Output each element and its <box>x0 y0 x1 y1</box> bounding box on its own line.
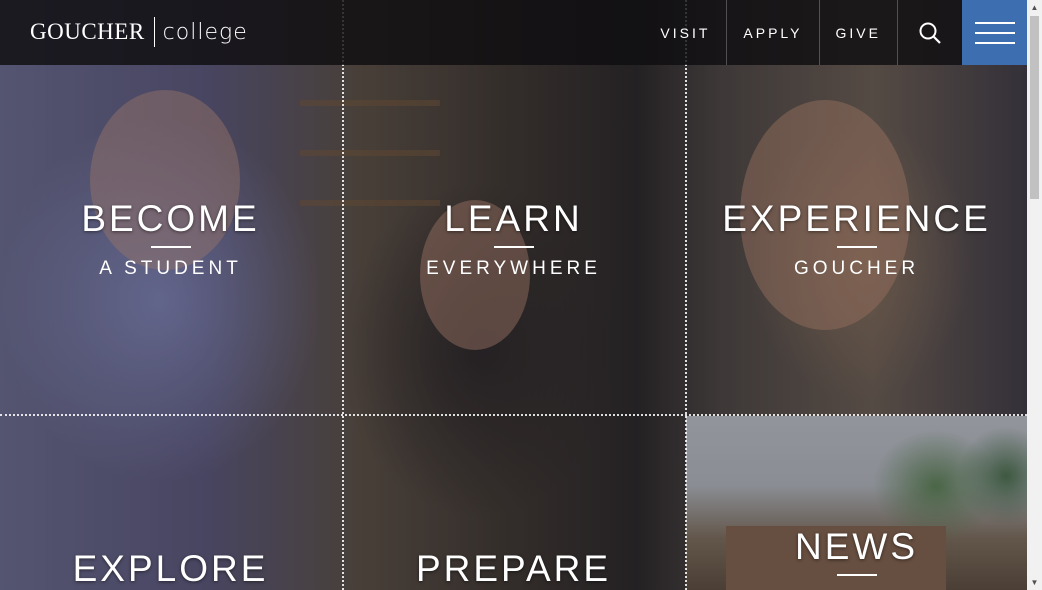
tile-rule <box>493 246 534 248</box>
menu-button[interactable] <box>962 0 1027 65</box>
scroll-down-arrow-icon[interactable]: ▼ <box>1027 575 1042 590</box>
tile-divider <box>685 0 687 590</box>
logo-wordmark: GOUCHER <box>30 19 145 44</box>
logo-subtext: college <box>162 19 248 45</box>
tile-prepare[interactable]: PREPARE <box>343 548 684 590</box>
nav-apply[interactable]: APPLY <box>726 0 818 65</box>
utility-nav: VISIT APPLY GIVE <box>644 0 962 65</box>
tile-news[interactable]: NEWS <box>686 526 1027 586</box>
scroll-up-arrow-icon[interactable]: ▲ <box>1027 0 1042 15</box>
tile-title: EXPERIENCE <box>722 198 991 239</box>
tile-rule <box>836 246 877 248</box>
tile-explore[interactable]: EXPLORE <box>0 548 341 590</box>
page-scrollbar[interactable]: ▲ ▼ <box>1027 0 1042 590</box>
tile-rule <box>150 246 191 248</box>
tile-rule <box>836 574 877 576</box>
tile-subtitle: GOUCHER <box>793 258 920 279</box>
site-header: GOUCHER college VISIT APPLY GIVE <box>0 0 1027 65</box>
nav-give[interactable]: GIVE <box>818 0 897 65</box>
tile-title: NEWS <box>795 526 918 567</box>
nav-visit[interactable]: VISIT <box>644 0 726 65</box>
tile-experience[interactable]: EXPERIENCE GOUCHER <box>686 198 1027 280</box>
hamburger-menu-icon <box>974 21 1015 24</box>
tile-subtitle: EVERYWHERE <box>426 258 601 279</box>
logo-divider <box>153 17 155 47</box>
tile-title: EXPLORE <box>72 548 269 589</box>
tile-learn[interactable]: LEARN EVERYWHERE <box>343 198 684 280</box>
search-button[interactable] <box>897 0 962 65</box>
tile-title: BECOME <box>81 198 260 239</box>
tile-become[interactable]: BECOME A STUDENT <box>0 198 341 280</box>
tile-title: LEARN <box>444 198 583 239</box>
tile-divider <box>342 0 344 590</box>
search-icon <box>919 22 941 44</box>
tile-title: PREPARE <box>415 548 612 589</box>
tile-divider <box>0 414 1027 416</box>
goucher-college-logo[interactable]: GOUCHER college <box>30 16 248 48</box>
scrollbar-thumb[interactable] <box>1030 16 1039 199</box>
tile-subtitle: A STUDENT <box>99 258 242 279</box>
